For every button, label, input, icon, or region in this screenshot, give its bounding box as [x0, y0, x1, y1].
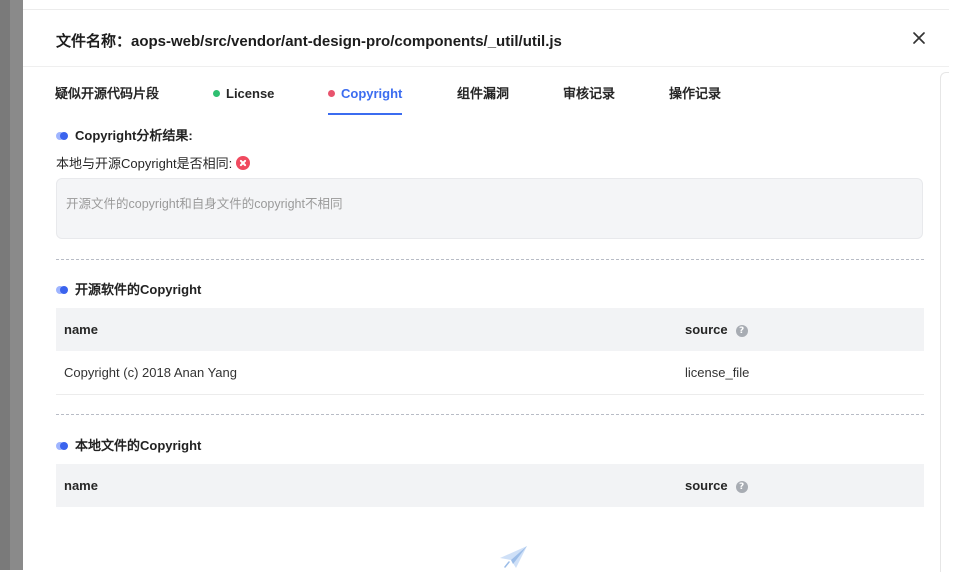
tab-label: 组件漏洞 [457, 86, 510, 101]
column-header-name: name [64, 322, 98, 337]
opensource-copyright-table: name source? Copyright (c) 2018 Anan Yan… [56, 308, 924, 395]
close-button[interactable] [909, 28, 929, 48]
tab-license[interactable]: License [213, 83, 274, 113]
tab-operation-records[interactable]: 操作记录 [669, 83, 721, 113]
column-header-source-text: source [685, 322, 728, 337]
tab-snippets[interactable]: 疑似开源代码片段 [55, 83, 159, 113]
tab-component-vulnerabilities[interactable]: 组件漏洞 [457, 83, 509, 113]
column-header-name: name [64, 478, 98, 493]
local-section-title: 本地文件的Copyright [56, 435, 201, 454]
file-detail-modal: 文件名称：aops-web/src/vendor/ant-design-pro/… [23, 9, 949, 572]
tab-label: Copyright [341, 86, 403, 101]
help-icon[interactable]: ? [735, 325, 748, 337]
scrollbar-track[interactable] [940, 72, 949, 572]
local-copyright-table: name source? [56, 464, 924, 507]
copyright-name-cell: Copyright (c) 2018 Anan Yang [64, 365, 237, 380]
modal-title: 文件名称：aops-web/src/vendor/ant-design-pro/… [56, 33, 562, 50]
tab-copyright[interactable]: Copyright [328, 83, 403, 115]
section-divider [56, 414, 924, 415]
section-title-text: Copyright分析结果: [75, 128, 193, 143]
column-header-source: source? [685, 322, 748, 337]
opensource-section-title: 开源软件的Copyright [56, 279, 201, 298]
comparison-result-text: 开源文件的copyright和自身文件的copyright不相同 [66, 197, 343, 211]
table-row: Copyright (c) 2018 Anan Yang license_fil… [56, 351, 924, 395]
error-circle-icon [236, 156, 251, 170]
column-header-source: source? [685, 478, 748, 493]
comparison-result-box: 开源文件的copyright和自身文件的copyright不相同 [56, 178, 923, 239]
status-dot-icon [213, 90, 220, 97]
copyright-source-cell: license_file [685, 365, 750, 380]
tab-review-records[interactable]: 审核记录 [563, 83, 615, 113]
section-marker-icon [56, 132, 70, 140]
paper-plane-icon [500, 546, 527, 568]
section-title-text: 开源软件的Copyright [75, 282, 202, 297]
section-marker-icon [56, 442, 70, 450]
status-dot-icon [328, 90, 335, 97]
compare-label: 本地与开源Copyright是否相同: [56, 156, 233, 171]
tab-label: 操作记录 [669, 86, 722, 101]
column-header-source-text: source [685, 478, 728, 493]
table-header: name source? [56, 464, 924, 507]
modal-header: 文件名称：aops-web/src/vendor/ant-design-pro/… [23, 10, 949, 67]
analysis-section-title: Copyright分析结果: [56, 125, 193, 144]
section-divider [56, 259, 924, 260]
section-marker-icon [56, 286, 70, 294]
help-icon[interactable]: ? [735, 481, 748, 493]
tab-label: 疑似开源代码片段 [55, 86, 160, 101]
tab-label: License [226, 86, 275, 101]
modal-backdrop [0, 0, 23, 570]
section-title-text: 本地文件的Copyright [75, 438, 202, 453]
close-icon [913, 32, 925, 44]
tab-bar: 疑似开源代码片段 License Copyright 组件漏洞 审核记录 操作记… [55, 83, 915, 117]
compare-result-line: 本地与开源Copyright是否相同: [56, 153, 251, 172]
tab-label: 审核记录 [563, 86, 616, 101]
table-header: name source? [56, 308, 924, 351]
